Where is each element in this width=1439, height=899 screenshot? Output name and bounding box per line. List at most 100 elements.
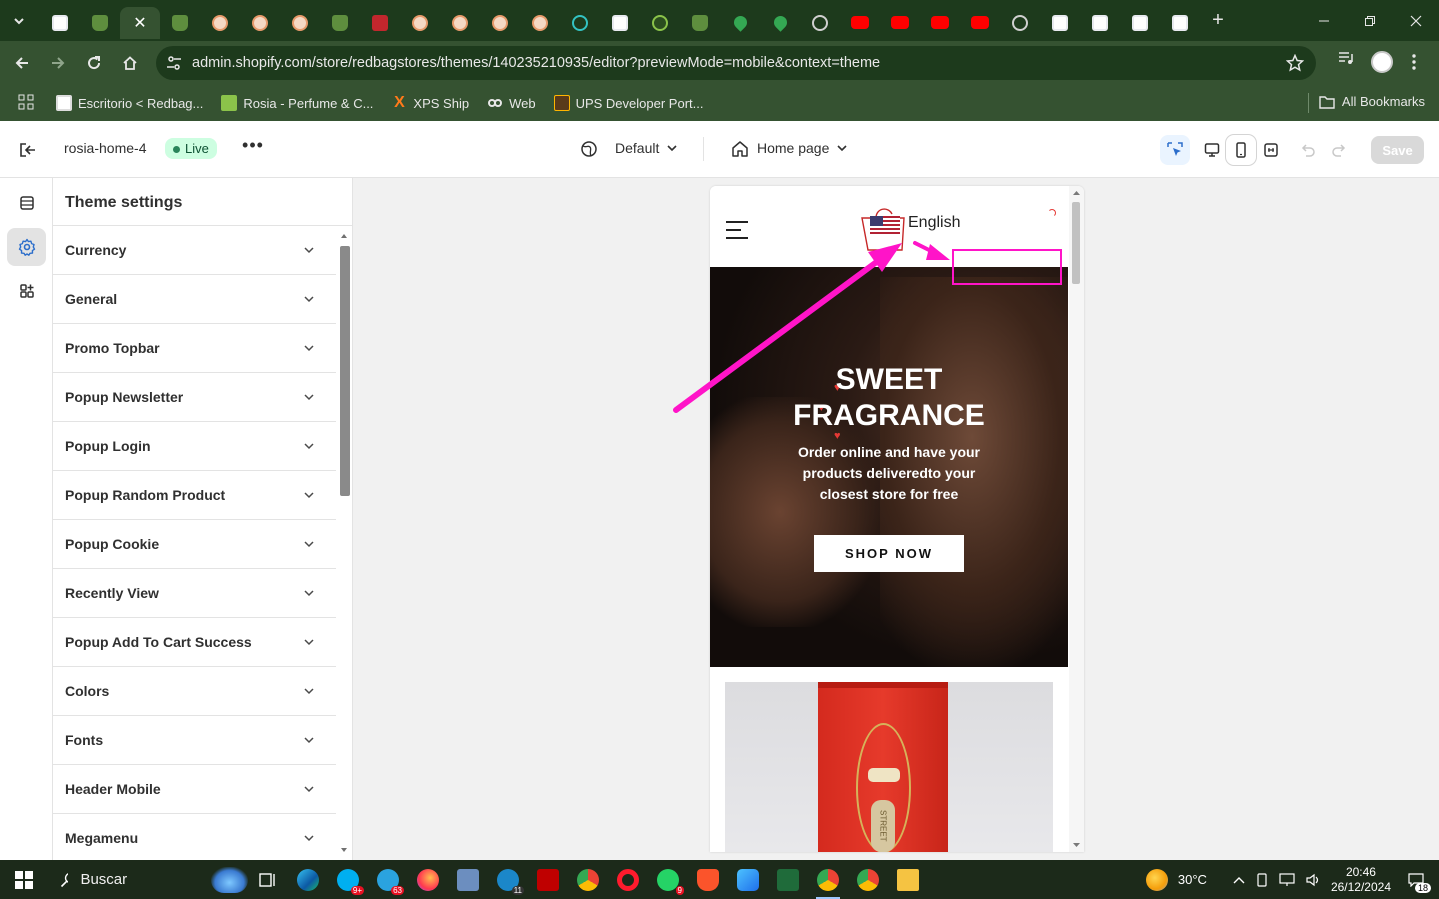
edge-icon[interactable] <box>288 860 328 899</box>
scrollbar-thumb[interactable] <box>340 246 350 496</box>
app-green-icon[interactable] <box>768 860 808 899</box>
setting-popup-login[interactable]: Popup Login <box>53 422 336 471</box>
setting-popup-add-to-cart[interactable]: Popup Add To Cart Success <box>53 618 336 667</box>
tab[interactable] <box>960 7 1000 39</box>
restore-icon[interactable] <box>1347 0 1393 41</box>
setting-popup-cookie[interactable]: Popup Cookie <box>53 520 336 569</box>
tab[interactable] <box>160 7 200 39</box>
tab[interactable] <box>320 7 360 39</box>
close-window-icon[interactable] <box>1393 0 1439 41</box>
undo-button[interactable] <box>1293 135 1323 165</box>
profile-avatar[interactable] <box>1371 51 1393 73</box>
tab[interactable] <box>760 7 800 39</box>
tab[interactable] <box>1160 7 1200 39</box>
bookmark-star-icon[interactable] <box>1286 54 1304 72</box>
tab[interactable] <box>440 7 480 39</box>
tab[interactable] <box>920 7 960 39</box>
app-embeds-button[interactable] <box>7 272 46 310</box>
reload-icon[interactable] <box>76 45 112 81</box>
bookmark-item[interactable]: Escritorio < Redbag... <box>56 95 203 111</box>
minimize-icon[interactable] <box>1301 0 1347 41</box>
more-actions-button[interactable]: ••• <box>240 135 266 161</box>
notifications-icon[interactable]: 18 <box>1401 865 1431 895</box>
firefox-icon[interactable] <box>408 860 448 899</box>
whatsapp-icon[interactable]: 9 <box>648 860 688 899</box>
setting-header-mobile[interactable]: Header Mobile <box>53 765 336 814</box>
setting-promo-topbar[interactable]: Promo Topbar <box>53 324 336 373</box>
tab[interactable] <box>880 7 920 39</box>
telegram-icon[interactable]: 63 <box>368 860 408 899</box>
opera-icon[interactable] <box>608 860 648 899</box>
setting-colors[interactable]: Colors <box>53 667 336 716</box>
tab[interactable] <box>680 7 720 39</box>
weather-temp[interactable]: 30°C <box>1178 872 1207 887</box>
site-settings-icon[interactable] <box>166 55 182 71</box>
menu-kebab-icon[interactable] <box>1411 53 1417 71</box>
bookmark-item[interactable]: UPS Developer Port... <box>553 95 703 111</box>
tab[interactable] <box>400 7 440 39</box>
setting-recently-view[interactable]: Recently View <box>53 569 336 618</box>
photos-icon[interactable] <box>728 860 768 899</box>
tray-device-icon[interactable] <box>1255 872 1269 887</box>
back-arrow-icon[interactable] <box>4 45 40 81</box>
tab-active[interactable]: ✕ <box>120 6 160 39</box>
tray-chevron-up-icon[interactable] <box>1233 876 1245 884</box>
tab[interactable] <box>200 7 240 39</box>
setting-currency[interactable]: Currency <box>53 226 336 275</box>
close-icon[interactable]: ✕ <box>133 13 146 33</box>
task-view-icon[interactable] <box>248 860 288 899</box>
bookmark-item[interactable]: Rosia - Perfume & C... <box>221 95 373 111</box>
hamburger-menu-icon[interactable] <box>725 220 749 240</box>
tab[interactable] <box>560 7 600 39</box>
tab[interactable] <box>520 7 560 39</box>
preview-scrollbar[interactable] <box>1069 186 1084 852</box>
skype-icon[interactable]: 9+ <box>328 860 368 899</box>
new-tab-button[interactable]: + <box>1200 9 1236 32</box>
tab[interactable] <box>840 7 880 39</box>
edge-c-icon[interactable]: 11 <box>488 860 528 899</box>
home-icon[interactable] <box>112 45 148 81</box>
setting-popup-newsletter[interactable]: Popup Newsletter <box>53 373 336 422</box>
language-selector[interactable]: Default <box>615 140 677 156</box>
bookmark-item[interactable]: Web <box>487 95 536 111</box>
tab[interactable] <box>1080 7 1120 39</box>
setting-popup-random-product[interactable]: Popup Random Product <box>53 471 336 520</box>
tab[interactable] <box>1000 7 1040 39</box>
taskbar-search[interactable]: Buscar <box>48 860 248 899</box>
tab[interactable] <box>720 7 760 39</box>
calculator-icon[interactable] <box>448 860 488 899</box>
bookmark-item[interactable]: X XPS Ship <box>391 95 469 111</box>
tab[interactable] <box>480 7 520 39</box>
tab[interactable] <box>640 7 680 39</box>
scrollbar-thumb[interactable] <box>1072 202 1080 284</box>
tab[interactable] <box>280 7 320 39</box>
filezilla-icon[interactable] <box>528 860 568 899</box>
network-icon[interactable] <box>1279 872 1295 887</box>
all-bookmarks-button[interactable]: All Bookmarks <box>1319 94 1425 109</box>
tab[interactable] <box>1120 7 1160 39</box>
product-image[interactable]: STREET <box>725 682 1053 852</box>
mobile-preview-button[interactable] <box>1226 135 1256 165</box>
language-switcher[interactable]: English <box>908 214 960 232</box>
fullscreen-preview-button[interactable] <box>1256 135 1286 165</box>
shop-now-button[interactable]: SHOP NOW <box>814 535 964 572</box>
clock[interactable]: 20:46 26/12/2024 <box>1331 865 1391 895</box>
chrome-alt-icon[interactable] <box>848 860 888 899</box>
weather-icon[interactable] <box>1145 868 1168 891</box>
tab[interactable] <box>1040 7 1080 39</box>
tab[interactable] <box>800 7 840 39</box>
exit-editor-button[interactable] <box>14 137 42 163</box>
windows-start-icon[interactable] <box>0 860 48 899</box>
tab[interactable] <box>360 7 400 39</box>
file-explorer-icon[interactable] <box>888 860 928 899</box>
apps-grid-icon[interactable] <box>18 94 36 112</box>
desktop-preview-button[interactable] <box>1197 135 1227 165</box>
redo-button[interactable] <box>1324 135 1354 165</box>
sections-button[interactable] <box>7 184 46 222</box>
setting-general[interactable]: General <box>53 275 336 324</box>
chrome-icon[interactable] <box>568 860 608 899</box>
forward-arrow-icon[interactable] <box>40 45 76 81</box>
inspector-toggle-button[interactable] <box>1160 135 1190 165</box>
page-selector[interactable]: Home page <box>757 140 847 156</box>
tab[interactable] <box>240 7 280 39</box>
